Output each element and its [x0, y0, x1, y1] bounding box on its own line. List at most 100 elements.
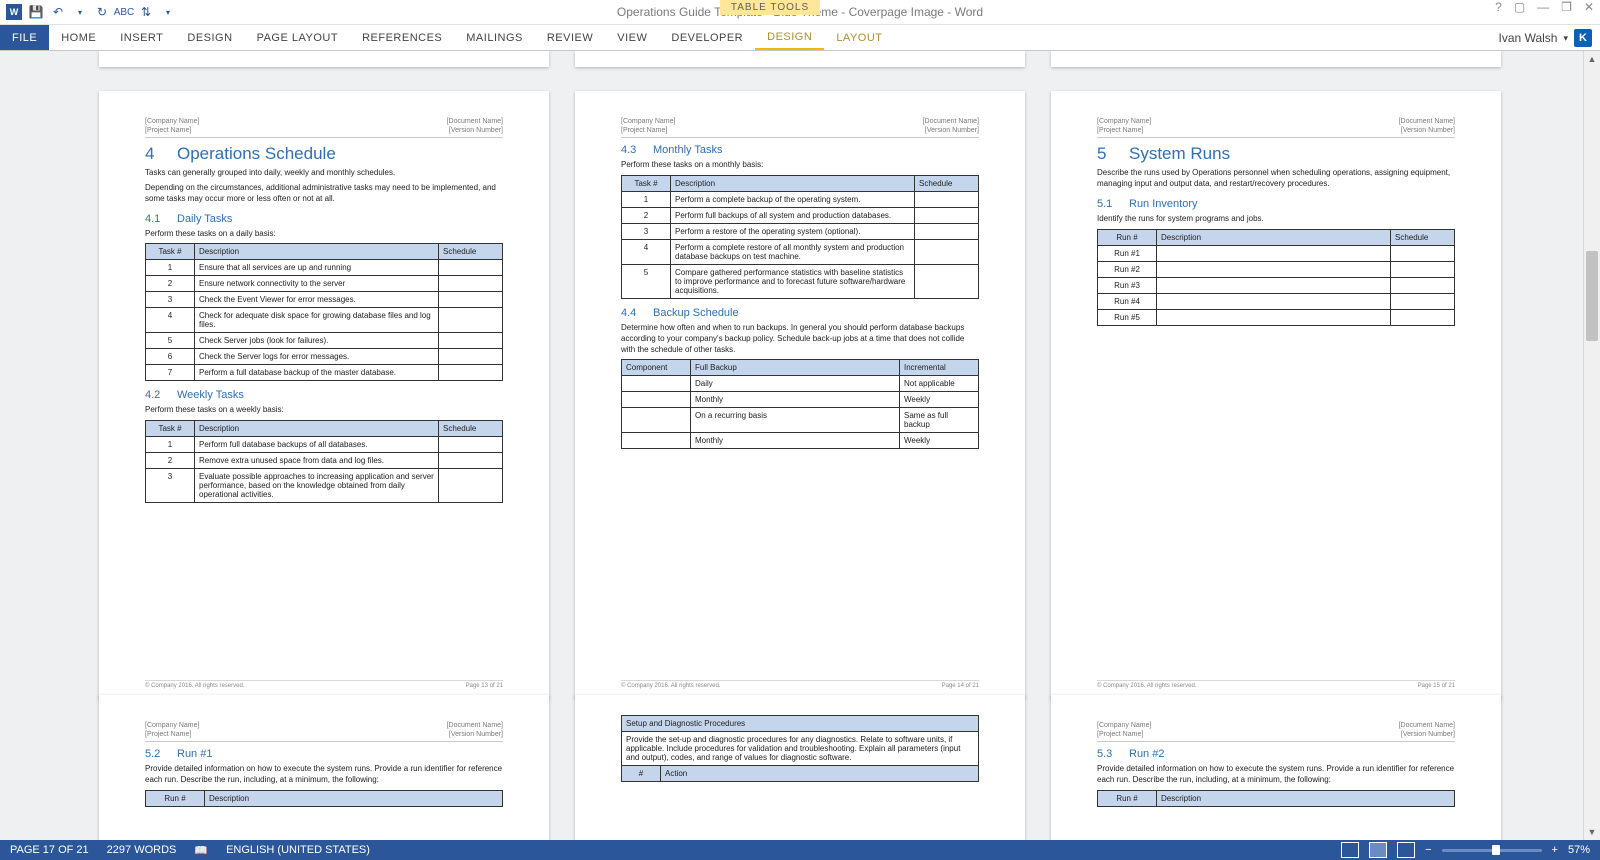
scroll-up-icon[interactable]: ▲	[1584, 51, 1600, 67]
restore-icon[interactable]: ❐	[1561, 0, 1572, 14]
run-inventory-table[interactable]: Run #DescriptionSchedule Run #1Run #2Run…	[1097, 229, 1455, 326]
table-row[interactable]: MonthlyWeekly	[622, 392, 979, 408]
tab-view[interactable]: VIEW	[605, 25, 659, 51]
table-row[interactable]: 1Ensure that all services are up and run…	[146, 260, 503, 276]
ribbon-display-icon[interactable]: ▢	[1514, 0, 1525, 14]
body-text: Perform these tasks on a daily basis:	[145, 229, 503, 240]
page-16[interactable]: [Company Name][Project Name] [Document N…	[99, 695, 549, 840]
heading-5-2: 5.2Run #1	[145, 748, 503, 760]
status-page[interactable]: PAGE 17 OF 21	[10, 844, 89, 856]
daily-tasks-table[interactable]: Task #DescriptionSchedule 1Ensure that a…	[145, 243, 503, 381]
monthly-tasks-table[interactable]: Task #DescriptionSchedule 1Perform a com…	[621, 175, 979, 299]
page-footer: © Company 2016. All rights reserved.Page…	[1097, 680, 1455, 689]
body-text: Perform these tasks on a monthly basis:	[621, 160, 979, 171]
close-icon[interactable]: ✕	[1584, 0, 1594, 14]
setup-diagnostic-table[interactable]: Setup and Diagnostic Procedures Provide …	[621, 715, 979, 782]
page-prev-3[interactable]	[1051, 51, 1501, 67]
table-row[interactable]: 3Evaluate possible approaches to increas…	[146, 469, 503, 503]
tab-file[interactable]: FILE	[0, 25, 49, 51]
page-17[interactable]: Setup and Diagnostic Procedures Provide …	[575, 695, 1025, 840]
word-icon: W	[6, 4, 22, 20]
touch-mode-icon[interactable]: ⇅	[138, 4, 154, 20]
table-row[interactable]: Run #1	[1098, 245, 1455, 261]
document-canvas[interactable]: [Company Name][Project Name] [Document N…	[0, 50, 1600, 840]
table-row[interactable]: 1Perform a complete backup of the operat…	[622, 191, 979, 207]
table-row[interactable]: 2Perform full backups of all system and …	[622, 207, 979, 223]
undo-more-icon[interactable]: ▾	[72, 4, 88, 20]
tab-page-layout[interactable]: PAGE LAYOUT	[245, 25, 351, 51]
page-prev-2[interactable]	[575, 51, 1025, 67]
table-row[interactable]: MonthlyWeekly	[622, 433, 979, 449]
table-row[interactable]: 3Check the Event Viewer for error messag…	[146, 292, 503, 308]
tab-review[interactable]: REVIEW	[535, 25, 605, 51]
user-dropdown-icon[interactable]: ▾	[1563, 33, 1568, 44]
redo-icon[interactable]: ↻	[94, 4, 110, 20]
table-row[interactable]: 6Check the Server logs for error message…	[146, 349, 503, 365]
user-avatar[interactable]: K	[1574, 29, 1592, 47]
page-15[interactable]: [Company Name][Project Name] [Document N…	[1051, 91, 1501, 699]
vertical-scrollbar[interactable]: ▲ ▼	[1583, 51, 1600, 840]
tab-design[interactable]: DESIGN	[175, 25, 244, 51]
scrollbar-thumb[interactable]	[1586, 251, 1598, 341]
table-row[interactable]: 4Check for adequate disk space for growi…	[146, 308, 503, 333]
table-row[interactable]: Run #3	[1098, 277, 1455, 293]
page-header: [Company Name][Project Name] [Document N…	[145, 721, 503, 742]
proofing-icon[interactable]: 📖	[194, 844, 208, 857]
qat-customize-icon[interactable]: ▾	[160, 4, 176, 20]
scroll-down-icon[interactable]: ▼	[1584, 824, 1600, 840]
heading-4-3: 4.3Monthly Tasks	[621, 144, 979, 156]
page-14[interactable]: [Company Name][Project Name] [Document N…	[575, 91, 1025, 699]
page-18[interactable]: [Company Name][Project Name] [Document N…	[1051, 695, 1501, 840]
heading-4-1: 4.1Daily Tasks	[145, 213, 503, 225]
run1-table[interactable]: Run #Description	[145, 790, 503, 807]
table-row[interactable]: Run #4	[1098, 293, 1455, 309]
help-icon[interactable]: ?	[1495, 0, 1502, 14]
page-prev-1[interactable]	[99, 51, 549, 67]
undo-icon[interactable]: ↶	[50, 4, 66, 20]
table-row[interactable]: 5Compare gathered performance statistics…	[622, 264, 979, 298]
page-13[interactable]: [Company Name][Project Name] [Document N…	[99, 91, 549, 699]
tab-mailings[interactable]: MAILINGS	[454, 25, 535, 51]
table-row[interactable]: Run #5	[1098, 309, 1455, 325]
tab-table-layout[interactable]: LAYOUT	[824, 25, 894, 51]
zoom-slider[interactable]	[1442, 849, 1542, 852]
save-icon[interactable]: 💾	[28, 4, 44, 20]
spelling-icon[interactable]: ABC	[116, 4, 132, 20]
run2-table[interactable]: Run #Description	[1097, 790, 1455, 807]
page-header: [Company Name][Project Name] [Document N…	[1097, 721, 1455, 742]
table-row[interactable]: On a recurring basisSame as full backup	[622, 408, 979, 433]
zoom-level[interactable]: 57%	[1568, 844, 1590, 856]
tab-developer[interactable]: DEVELOPER	[659, 25, 755, 51]
page-footer: © Company 2016. All rights reserved.Page…	[621, 680, 979, 689]
table-row[interactable]: 2Ensure network connectivity to the serv…	[146, 276, 503, 292]
tab-home[interactable]: HOME	[49, 25, 108, 51]
tab-references[interactable]: REFERENCES	[350, 25, 454, 51]
heading-5-1: 5.1Run Inventory	[1097, 198, 1455, 210]
table-row[interactable]: DailyNot applicable	[622, 376, 979, 392]
print-layout-icon[interactable]	[1369, 842, 1387, 858]
minimize-icon[interactable]: —	[1537, 0, 1549, 14]
backup-schedule-table[interactable]: ComponentFull BackupIncremental DailyNot…	[621, 359, 979, 449]
zoom-in-icon[interactable]: +	[1552, 844, 1558, 856]
table-row[interactable]: 7Perform a full database backup of the m…	[146, 365, 503, 381]
table-row[interactable]: 5Check Server jobs (look for failures).	[146, 333, 503, 349]
status-bar: PAGE 17 OF 21 2297 WORDS 📖 ENGLISH (UNIT…	[0, 840, 1600, 860]
table-row[interactable]: 3Perform a restore of the operating syst…	[622, 223, 979, 239]
weekly-tasks-table[interactable]: Task #DescriptionSchedule 1Perform full …	[145, 420, 503, 503]
status-words[interactable]: 2297 WORDS	[107, 844, 177, 856]
tab-insert[interactable]: INSERT	[108, 25, 175, 51]
table-row[interactable]: 1Perform full database backups of all da…	[146, 437, 503, 453]
user-account[interactable]: Ivan Walsh ▾ K	[1499, 25, 1592, 51]
read-mode-icon[interactable]	[1341, 842, 1359, 858]
web-layout-icon[interactable]	[1397, 842, 1415, 858]
table-row[interactable]: 2Remove extra unused space from data and…	[146, 453, 503, 469]
status-language[interactable]: ENGLISH (UNITED STATES)	[226, 844, 370, 856]
zoom-out-icon[interactable]: −	[1425, 844, 1431, 856]
zoom-slider-thumb[interactable]	[1492, 845, 1500, 855]
table-row[interactable]: 4Perform a complete restore of all month…	[622, 239, 979, 264]
table-row[interactable]: Run #2	[1098, 261, 1455, 277]
heading-4-2: 4.2Weekly Tasks	[145, 389, 503, 401]
body-text: Depending on the circumstances, addition…	[145, 183, 503, 205]
body-text: Identify the runs for system programs an…	[1097, 214, 1455, 225]
tab-table-design[interactable]: DESIGN	[755, 25, 824, 51]
